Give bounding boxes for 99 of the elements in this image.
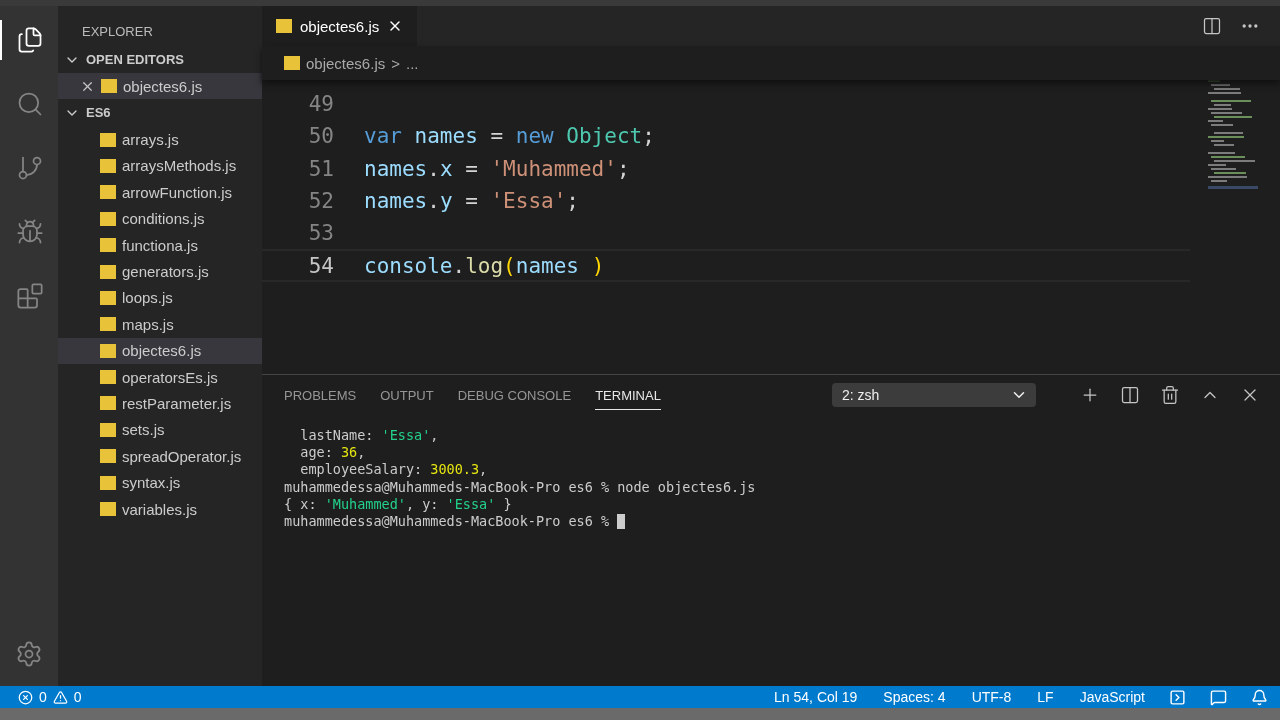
breadcrumb-item[interactable]: ...: [406, 54, 419, 72]
files-icon: [16, 26, 44, 54]
terminal-line: muhammedessa@Muhammeds-MacBook-Pro es6 % node objectes6.js: [284, 478, 756, 496]
panel-tab[interactable]: PROBLEMS: [284, 380, 357, 410]
js-file-icon: [100, 238, 116, 253]
code-text: names.y = 'Essa';: [364, 189, 579, 214]
js-file-icon: [100, 264, 116, 279]
file-item[interactable]: arraysMethods.js: [58, 152, 262, 180]
line-number: 49: [307, 92, 334, 117]
js-file-icon: [100, 475, 116, 490]
terminal-line: muhammedessa@Muhammeds-MacBook-Pro es6 %: [284, 512, 611, 531]
line-ending[interactable]: LF: [1037, 689, 1054, 705]
file-name: maps.js: [122, 315, 174, 333]
bell-icon[interactable]: [1251, 688, 1268, 706]
split-terminal-icon[interactable]: [1120, 385, 1140, 405]
split-editor-icon[interactable]: [1202, 16, 1222, 36]
file-name: arrowFunction.js: [122, 183, 233, 201]
search-icon: [16, 90, 44, 118]
editor-tab[interactable]: objectes6.js: [262, 6, 418, 46]
js-file-icon: [100, 317, 116, 332]
file-item[interactable]: syntax.js: [58, 469, 262, 496]
js-file-icon: [100, 211, 116, 226]
cursor-position[interactable]: Ln 54, Col 19: [774, 689, 858, 705]
file-name: objectes6.js: [122, 342, 202, 360]
file-item[interactable]: loops.js: [58, 284, 262, 312]
file-item[interactable]: arrays.js: [58, 126, 262, 153]
file-name: arraysMethods.js: [122, 157, 237, 175]
file-name: generators.js: [122, 263, 209, 281]
section-header[interactable]: OPEN EDITORS: [58, 46, 262, 73]
terminal-line: age: 36,: [299, 444, 366, 462]
panel-tab[interactable]: OUTPUT: [380, 380, 434, 410]
js-file-icon: [100, 396, 116, 411]
file-item[interactable]: functiona.js: [58, 231, 262, 259]
js-file-icon: [100, 449, 116, 464]
terminal-line: employeeSalary: 3000.3,: [299, 461, 488, 479]
warning-count[interactable]: 0: [73, 689, 82, 705]
file-item[interactable]: maps.js: [58, 311, 262, 338]
js-file-icon: [276, 19, 292, 33]
file-item[interactable]: spreadOperator.js: [58, 443, 262, 470]
js-file-icon: [100, 132, 116, 147]
code-text: console.log(names ): [364, 253, 605, 278]
line-number: 54: [307, 253, 334, 278]
panel-tab[interactable]: DEBUG CONSOLE: [457, 380, 572, 410]
breadcrumb-separator: >: [391, 54, 400, 72]
file-name: variables.js: [122, 500, 198, 518]
file-item[interactable]: arrowFunction.js: [58, 179, 262, 206]
file-name: syntax.js: [122, 474, 181, 492]
branch-icon: [16, 154, 44, 182]
settings-icon[interactable]: [15, 640, 43, 668]
file-name: arrays.js: [122, 131, 179, 149]
language-mode[interactable]: JavaScript: [1079, 689, 1145, 705]
file-item[interactable]: sets.js: [58, 416, 262, 444]
js-file-icon: [100, 185, 116, 200]
file-name: spreadOperator.js: [122, 447, 242, 465]
js-file-icon: [100, 502, 116, 517]
file-name: restParameter.js: [122, 395, 232, 412]
section-header[interactable]: ES6: [58, 99, 262, 127]
blocks-icon: [16, 282, 44, 310]
js-file-icon: [100, 422, 116, 437]
js-file-icon: [100, 290, 116, 305]
js-file-icon: [284, 56, 300, 70]
encoding[interactable]: UTF-8: [971, 689, 1012, 705]
line-number: 50: [307, 124, 334, 149]
breadcrumb-item[interactable]: objectes6.js: [306, 54, 386, 72]
code-text: var names = new Object;: [364, 124, 655, 149]
terminal-icon[interactable]: [1169, 688, 1186, 706]
error-count[interactable]: 0: [39, 689, 47, 705]
js-file-icon: [100, 370, 116, 385]
line-number: 51: [307, 156, 334, 181]
line-number: 52: [307, 189, 334, 214]
error-icon[interactable]: [18, 689, 33, 705]
file-name: functiona.js: [122, 236, 198, 254]
file-name: conditions.js: [122, 210, 205, 228]
panel-tab[interactable]: TERMINAL: [595, 380, 661, 410]
code-text: names.x = 'Muhammed';: [364, 156, 630, 181]
js-file-icon: [101, 79, 117, 94]
warning-icon[interactable]: [52, 689, 68, 705]
file-item[interactable]: variables.js: [58, 495, 262, 523]
file-item[interactable]: conditions.js: [58, 205, 262, 232]
js-file-icon: [100, 158, 116, 173]
file-item[interactable]: objectes6.js: [58, 337, 262, 364]
trash-icon[interactable]: [1160, 385, 1180, 405]
file-item[interactable]: restParameter.js: [58, 390, 262, 417]
file-name: operatorsEs.js: [122, 368, 218, 386]
bug-icon: [16, 218, 44, 246]
file-item[interactable]: generators.js: [58, 258, 262, 285]
terminal-select[interactable]: 2: zsh: [832, 383, 1036, 407]
js-file-icon: [100, 343, 116, 358]
line-number: 53: [307, 221, 334, 246]
file-name: objectes6.js: [123, 77, 203, 95]
file-name: loops.js: [122, 289, 173, 307]
indentation[interactable]: Spaces: 4: [883, 689, 946, 705]
file-name: sets.js: [122, 421, 165, 439]
file-item[interactable]: objectes6.js: [58, 73, 262, 100]
feedback-icon[interactable]: [1210, 688, 1227, 706]
terminal-line: lastName: 'Essa',: [299, 427, 439, 445]
sidebar-title: EXPLORER: [81, 23, 154, 41]
terminal-line: { x: 'Muhammed', y: 'Essa' }: [284, 495, 512, 513]
file-item[interactable]: operatorsEs.js: [58, 363, 262, 391]
